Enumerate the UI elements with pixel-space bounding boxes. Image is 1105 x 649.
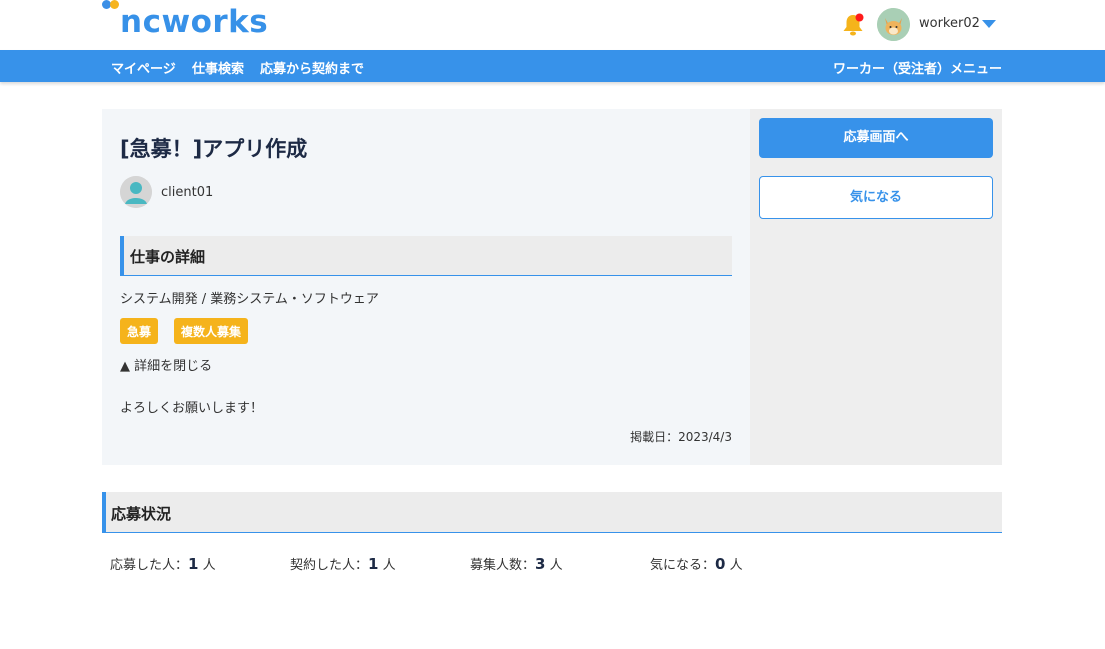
posted-date: 掲載日：2023/4/3 — [630, 430, 732, 444]
application-status-header: 応募状況 — [102, 492, 1002, 533]
stat-recruit: 募集人数：3 人 — [470, 555, 563, 573]
job-category: システム開発 / 業務システム・ソフトウェア — [120, 292, 379, 307]
action-panel: 応募画面へ 気になる — [750, 109, 1002, 465]
stat-contracted-value: 1 — [368, 555, 379, 573]
header: ncworks worker02 — [0, 0, 1105, 50]
section-title: 仕事の詳細 — [130, 248, 206, 266]
apply-button[interactable]: 応募画面へ — [759, 118, 993, 158]
logo-dots-icon — [102, 0, 122, 12]
stat-applied-value: 1 — [188, 555, 199, 573]
job-detail-card: [急募！]アプリ作成 client01 仕事の詳細 システム開発 / 業務システ… — [102, 109, 750, 465]
stat-favorite: 気になる：0 人 — [650, 555, 743, 573]
stat-contracted: 契約した人：1 人 — [290, 555, 396, 573]
worker-menu[interactable]: ワーカー（受注者）メニュー — [833, 58, 1002, 77]
nav-item-apply-to-contract[interactable]: 応募から契約まで — [260, 58, 364, 77]
nav-item-mypage[interactable]: マイページ — [111, 58, 176, 77]
nav-item-job-search[interactable]: 仕事検索 — [192, 58, 244, 77]
toggle-detail-link[interactable]: ▲ 詳細を閉じる — [120, 355, 212, 374]
chevron-down-icon[interactable] — [982, 20, 996, 28]
badge-urgent: 急募 — [120, 318, 159, 344]
client-name[interactable]: client01 — [161, 185, 213, 200]
notification-bell-icon[interactable] — [840, 12, 866, 38]
username[interactable]: worker02 — [919, 16, 980, 31]
main-nav: マイページ 仕事検索 応募から契約まで ワーカー（受注者）メニュー — [0, 50, 1105, 82]
stat-favorite-value: 0 — [715, 555, 726, 573]
job-title: [急募！]アプリ作成 — [120, 137, 308, 161]
client-avatar[interactable] — [120, 176, 152, 208]
stat-recruit-value: 3 — [535, 555, 546, 573]
logo-text: ncworks — [120, 4, 269, 40]
badge-multiple-hire: 複数人募集 — [174, 318, 249, 344]
status-title: 応募状況 — [111, 505, 172, 523]
job-detail-section-header: 仕事の詳細 — [120, 236, 732, 276]
favorite-button[interactable]: 気になる — [759, 176, 993, 219]
user-avatar[interactable] — [877, 8, 910, 41]
stat-applied: 応募した人：1 人 — [110, 555, 216, 573]
job-description: よろしくお願いします！ — [120, 401, 264, 416]
